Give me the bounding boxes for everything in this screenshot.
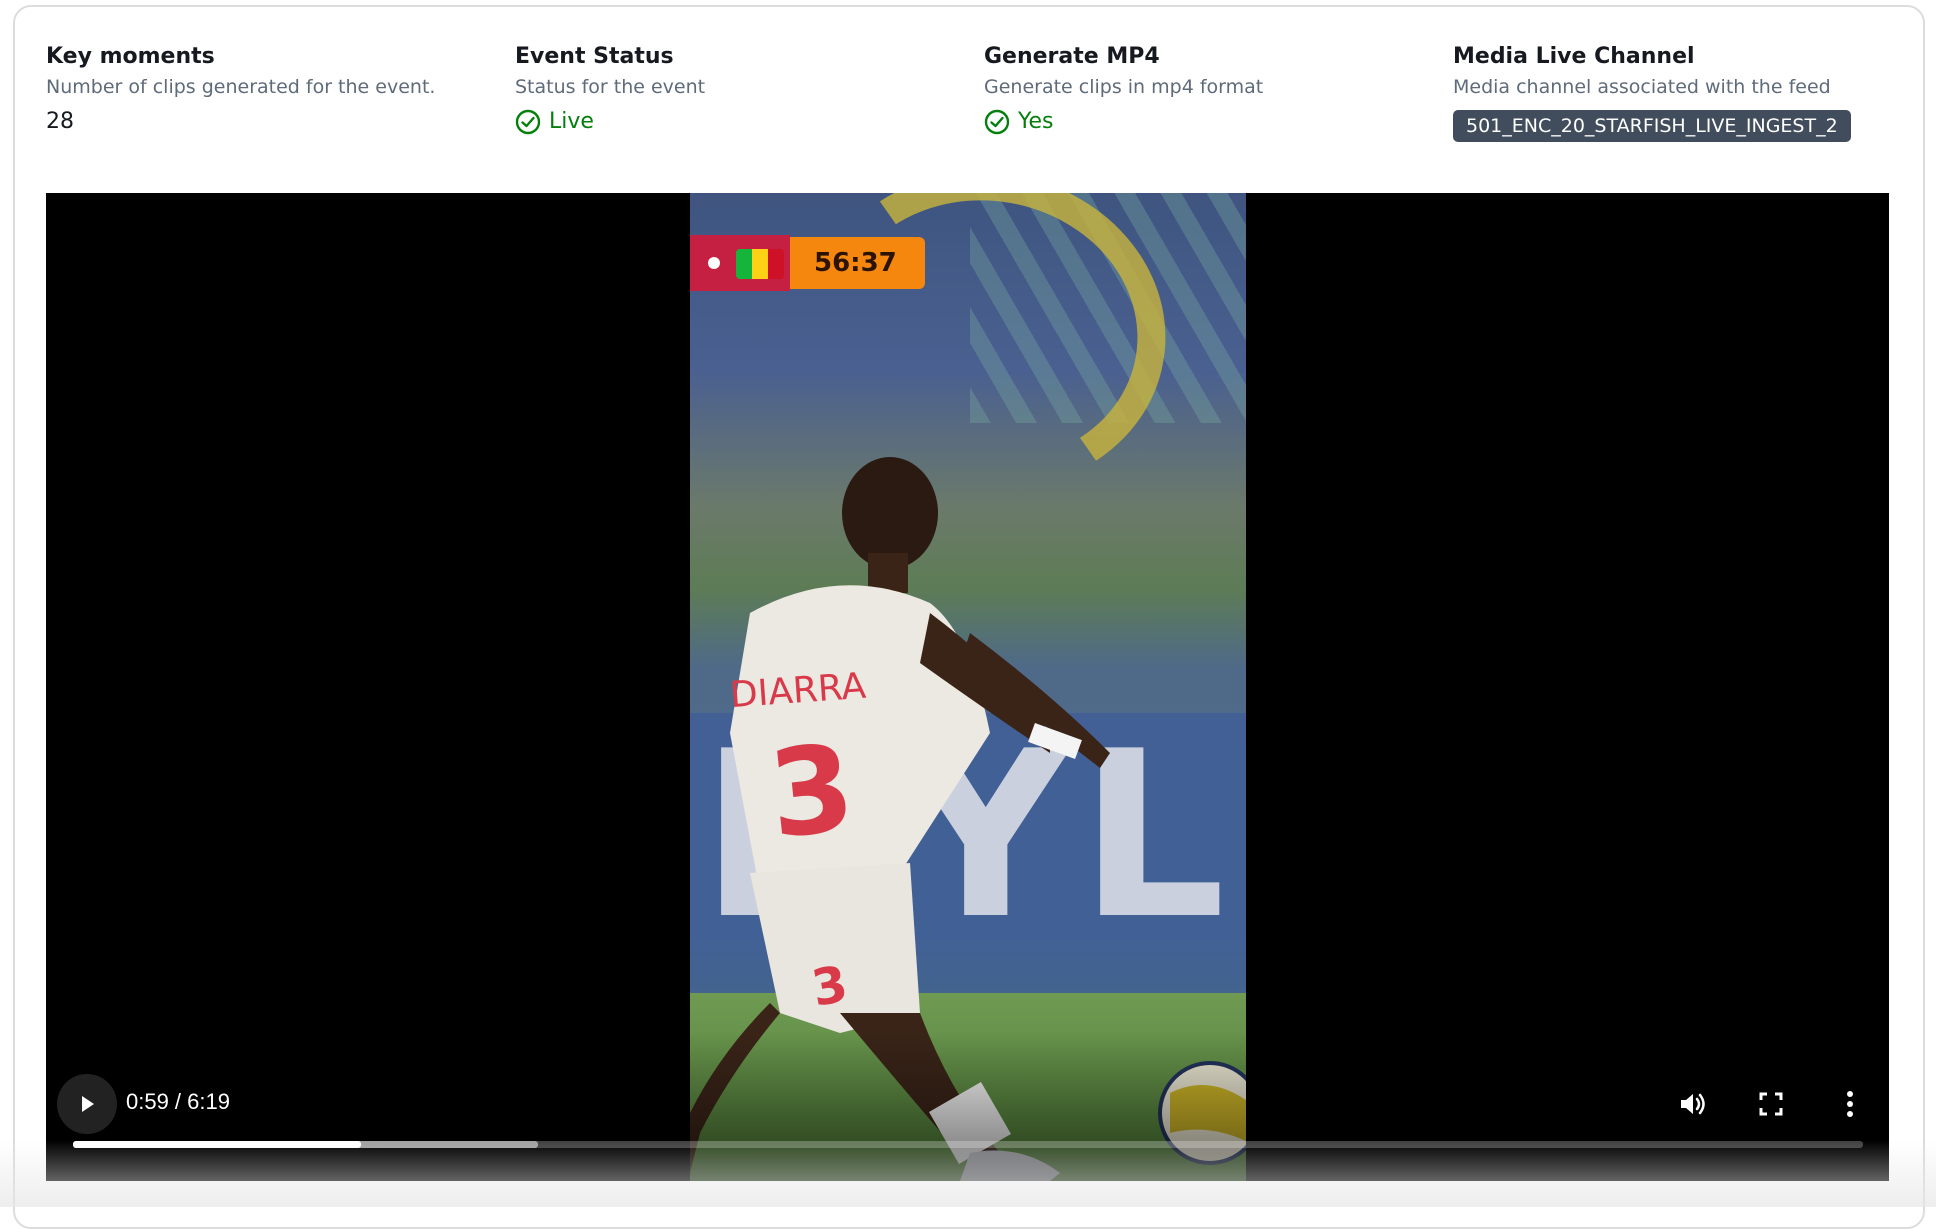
- event-status-value: Live: [549, 109, 594, 134]
- volume-icon: [1681, 1093, 1705, 1115]
- progress-bar[interactable]: [73, 1141, 1863, 1148]
- scoreboard-team-block: [690, 235, 790, 291]
- more-options-button[interactable]: [1832, 1086, 1868, 1122]
- progress-played: [73, 1141, 362, 1148]
- scoreboard-overlay: 56:37: [690, 233, 925, 293]
- key-moments-value: 28: [46, 109, 74, 134]
- check-circle-icon: [984, 109, 1010, 135]
- generate-mp4-value: Yes: [1018, 109, 1054, 134]
- stat-key-moments: Key moments Number of clips generated fo…: [46, 42, 486, 137]
- stat-event-status: Event Status Status for the event Live: [515, 42, 955, 137]
- stat-description: Number of clips generated for the event.: [46, 76, 436, 98]
- mali-flag-icon: [736, 249, 784, 279]
- stat-description: Media channel associated with the feed: [1453, 76, 1831, 98]
- generate-mp4-indicator: Yes: [984, 107, 1424, 137]
- event-stats-row: Key moments Number of clips generated fo…: [46, 42, 1906, 152]
- stat-title: Generate MP4: [984, 44, 1160, 69]
- fullscreen-icon: [1759, 1092, 1783, 1116]
- media-channel-badge: 501_ENC_20_STARFISH_LIVE_INGEST_2: [1453, 110, 1851, 142]
- stat-title: Event Status: [515, 44, 674, 69]
- controls-gradient: [46, 1031, 1889, 1181]
- svg-text:3: 3: [763, 719, 861, 866]
- play-icon: [82, 1096, 94, 1112]
- stat-description: Generate clips in mp4 format: [984, 76, 1264, 98]
- more-vertical-icon: [1847, 1091, 1853, 1117]
- stat-title: Key moments: [46, 44, 215, 69]
- stat-description: Status for the event: [515, 76, 706, 98]
- play-button[interactable]: [57, 1074, 117, 1134]
- match-clock: 56:37: [786, 237, 925, 289]
- stat-media-live-channel: Media Live Channel Media channel associa…: [1453, 42, 1893, 142]
- fullscreen-button[interactable]: [1753, 1086, 1789, 1122]
- stat-generate-mp4: Generate MP4 Generate clips in mp4 forma…: [984, 42, 1424, 137]
- volume-button[interactable]: [1674, 1086, 1710, 1122]
- scoreboard-dot: [708, 257, 720, 269]
- stat-title: Media Live Channel: [1453, 44, 1695, 69]
- event-status-indicator: Live: [515, 107, 955, 137]
- time-display: 0:59 / 6:19: [126, 1089, 230, 1114]
- check-circle-icon: [515, 109, 541, 135]
- video-player[interactable]: HYL 3 DIARRA 3 56:37 0:59 / 6:19: [46, 193, 1889, 1181]
